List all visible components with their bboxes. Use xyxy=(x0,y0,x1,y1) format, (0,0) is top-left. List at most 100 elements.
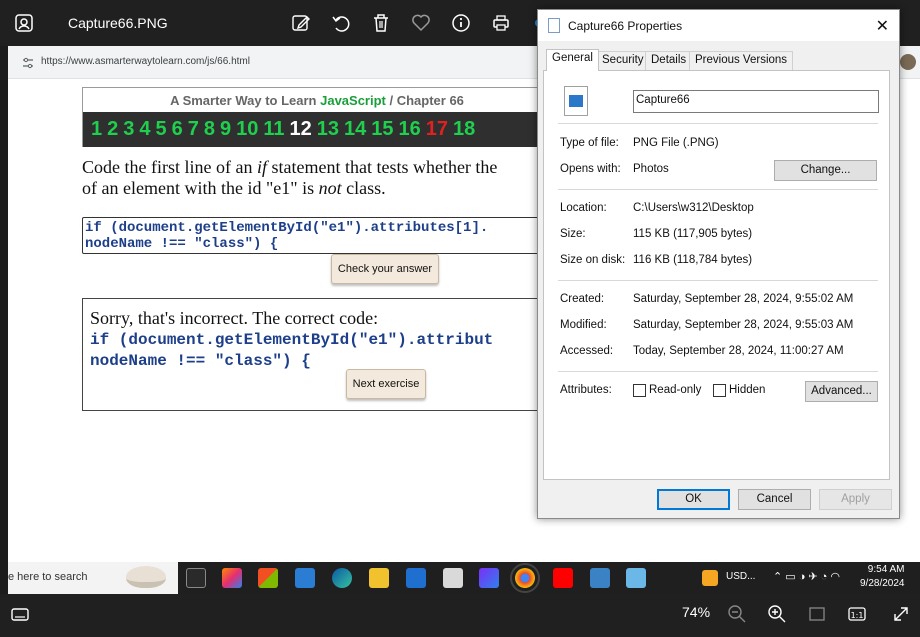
check-answer-button[interactable]: Check your answer xyxy=(331,254,439,284)
general-panel: Capture66 Type of file: PNG File (.PNG) … xyxy=(543,70,890,480)
search-highlight-icon xyxy=(126,566,166,588)
type-label: Type of file: xyxy=(560,137,619,149)
created-value: Saturday, September 28, 2024, 9:55:02 AM xyxy=(633,293,854,305)
exercise-number[interactable]: 13 xyxy=(317,112,339,147)
zoom-level: 74% xyxy=(682,604,711,620)
paint-icon[interactable] xyxy=(443,568,463,588)
vscode-icon[interactable] xyxy=(295,568,315,588)
fit-to-window-icon[interactable] xyxy=(807,604,827,624)
rotate-icon[interactable] xyxy=(330,12,352,34)
location-label: Location: xyxy=(560,202,607,214)
exercise-number[interactable]: 7 xyxy=(188,112,199,147)
feedback-box: Sorry, that's incorrect. The correct cod… xyxy=(82,298,552,411)
exercise-number[interactable]: 2 xyxy=(107,112,118,147)
exercise-number[interactable]: 15 xyxy=(371,112,393,147)
delete-icon[interactable] xyxy=(370,12,392,34)
store-icon[interactable] xyxy=(258,568,278,588)
accessed-label: Accessed: xyxy=(560,345,614,357)
exercise-number[interactable]: 12 xyxy=(290,112,312,147)
next-exercise-button[interactable]: Next exercise xyxy=(346,369,426,399)
edit-icon[interactable] xyxy=(290,12,312,34)
hidden-checkbox[interactable] xyxy=(713,384,726,397)
svg-text:1:1: 1:1 xyxy=(851,611,864,620)
exercise-number[interactable]: 18 xyxy=(453,112,475,147)
clock-time: 9:54 AM xyxy=(867,564,905,575)
dialog-title: Capture66 Properties xyxy=(568,19,683,33)
file-explorer-icon[interactable] xyxy=(369,568,389,588)
location-value: C:\Users\w312\Desktop xyxy=(633,202,754,214)
advanced-button[interactable]: Advanced... xyxy=(805,381,878,402)
edge-icon[interactable] xyxy=(332,568,352,588)
profile-avatar[interactable] xyxy=(900,54,916,70)
type-value: PNG File (.PNG) xyxy=(633,137,719,149)
answer-line-2: nodeName !== "class") { xyxy=(85,236,279,252)
accessed-value: Today, September 28, 2024, 11:00:27 AM xyxy=(633,345,844,357)
filename-field[interactable]: Capture66 xyxy=(633,90,879,113)
exercise-number[interactable]: 5 xyxy=(156,112,167,147)
exercise-number[interactable]: 9 xyxy=(220,112,231,147)
question-part-c: of an element with the id "e1" is xyxy=(82,178,319,198)
mail-icon[interactable] xyxy=(406,568,426,588)
app-icon-2[interactable] xyxy=(590,568,610,588)
exercise-number[interactable]: 6 xyxy=(172,112,183,147)
currency-widget[interactable]: USD... xyxy=(726,562,755,594)
exercise-number[interactable]: 10 xyxy=(236,112,258,147)
task-view-icon[interactable] xyxy=(186,568,206,588)
question-part-d: class. xyxy=(341,178,386,198)
exercise-number[interactable]: 1 xyxy=(91,112,102,147)
exercise-number[interactable]: 14 xyxy=(344,112,366,147)
apply-button[interactable]: Apply xyxy=(819,489,892,510)
chrome-icon[interactable] xyxy=(510,563,540,593)
exercise-number-bar: 1 2 3 4 5 6 7 8 9 10 11 12 13 14 15 16 17 18 xyxy=(83,112,551,147)
dialog-titlebar[interactable]: Capture66 Properties ✕ xyxy=(538,10,899,41)
exercise-number[interactable]: 11 xyxy=(263,112,284,147)
taskbar: e here to search USD... ⌃ ▭ ◑ ✈ ◔ ◠ 9:54… xyxy=(8,562,920,594)
change-button[interactable]: Change... xyxy=(774,160,877,181)
heart-icon[interactable] xyxy=(410,12,432,34)
size-on-disk-value: 116 KB (118,784 bytes) xyxy=(633,254,753,266)
tab-general[interactable]: General xyxy=(546,49,599,71)
print-icon[interactable] xyxy=(490,12,512,34)
divider xyxy=(558,280,878,281)
tray-icons[interactable]: ⌃ ▭ ◑ ✈ ◔ ◠ xyxy=(773,562,840,594)
readonly-label: Read-only xyxy=(649,384,702,396)
size-label: Size: xyxy=(560,228,586,240)
ok-button[interactable]: OK xyxy=(657,489,730,510)
hidden-label: Hidden xyxy=(729,384,766,396)
site-settings-icon[interactable] xyxy=(22,56,34,69)
exercise-number[interactable]: 17 xyxy=(426,112,448,147)
exercise-number[interactable]: 16 xyxy=(399,112,421,147)
share-icon[interactable] xyxy=(526,12,543,34)
exercise-number[interactable]: 4 xyxy=(139,112,150,147)
created-label: Created: xyxy=(560,293,605,305)
info-icon[interactable] xyxy=(450,12,472,34)
clock[interactable]: 9:54 AM 9/28/2024 xyxy=(860,564,905,596)
search-placeholder: e here to search xyxy=(8,571,88,583)
filmstrip-icon[interactable] xyxy=(10,604,30,624)
readonly-checkbox[interactable] xyxy=(633,384,646,397)
close-icon[interactable]: ✕ xyxy=(876,16,889,36)
tab-security[interactable]: Security xyxy=(596,51,650,70)
book-title-js: JavaScript xyxy=(320,93,386,108)
divider xyxy=(558,189,878,190)
fullscreen-icon[interactable] xyxy=(891,604,911,624)
tab-details[interactable]: Details xyxy=(645,51,693,70)
correct-code-line-2: nodeName !== "class") { xyxy=(90,352,311,370)
app-icon[interactable] xyxy=(479,568,499,588)
tab-previous-versions[interactable]: Previous Versions xyxy=(689,51,794,70)
cancel-button[interactable]: Cancel xyxy=(738,489,811,510)
copilot-icon[interactable] xyxy=(222,568,242,588)
question-if: if xyxy=(256,157,267,177)
actual-size-icon[interactable]: 1:1 xyxy=(847,604,867,624)
answer-input[interactable]: if (document.getElementById("e1").attrib… xyxy=(82,217,552,254)
zoom-in-icon[interactable] xyxy=(767,604,787,624)
zoom-out-icon[interactable] xyxy=(727,604,747,624)
taskbar-search[interactable]: e here to search xyxy=(8,562,178,594)
exercise-number[interactable]: 3 xyxy=(123,112,134,147)
notes-icon[interactable] xyxy=(626,568,646,588)
stock-icon[interactable] xyxy=(702,570,718,586)
size-value: 115 KB (117,905 bytes) xyxy=(633,228,753,240)
exercise-number[interactable]: 8 xyxy=(204,112,215,147)
url-text[interactable]: https://www.asmarterwaytolearn.com/js/66… xyxy=(41,56,250,67)
youtube-icon[interactable] xyxy=(553,568,573,588)
